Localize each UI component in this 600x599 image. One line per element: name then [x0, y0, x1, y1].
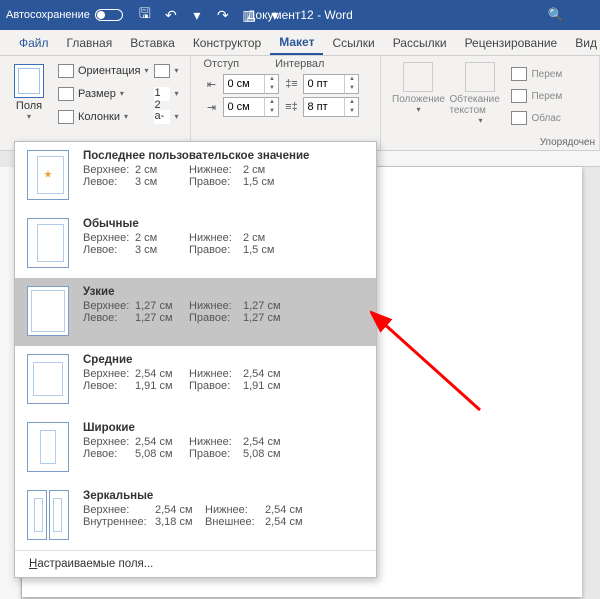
group-page-setup: Поля ▾ Ориентация▾ Размер▾ Колонки▾ ▾ 12… [0, 56, 191, 150]
selection-pane-icon [511, 111, 527, 125]
toggle-switch-icon[interactable] [95, 9, 123, 21]
spacing-before-spinner[interactable]: ▲▼ [303, 74, 359, 94]
spacing-header: Интервал [275, 58, 324, 70]
margins-label: Поля [16, 100, 42, 112]
margins-preset-title: Узкие [83, 286, 366, 298]
tab-mailings[interactable]: Рассылки [384, 30, 456, 55]
margins-icon [14, 64, 44, 98]
margins-preset-item[interactable]: СредниеВерхнее:2,54 смНижнее:2,54 смЛево… [15, 346, 376, 414]
margins-preset-title: Средние [83, 354, 366, 366]
chevron-down-icon: ▾ [120, 89, 124, 98]
ribbon: Поля ▾ Ориентация▾ Размер▾ Колонки▾ ▾ 12… [0, 56, 600, 151]
columns-icon [58, 110, 74, 124]
send-backward-button[interactable]: Перем [511, 86, 562, 106]
title-bar: Автосохранение 🖫 ↶ ▾ ↷ ▥ ▾ Документ12 - … [0, 0, 600, 30]
indent-right-icon: ⇥ [203, 100, 219, 114]
redo-icon[interactable]: ↷ [215, 7, 231, 23]
margins-button[interactable]: Поля ▾ [6, 60, 52, 134]
margins-preset-title: Зеркальные [83, 490, 366, 502]
send-backward-icon [511, 89, 527, 103]
hyphenation-button[interactable]: a-▾ [154, 106, 184, 127]
undo-dropdown-icon[interactable]: ▾ [189, 7, 205, 23]
tab-file[interactable]: Файл [10, 30, 58, 55]
orientation-button[interactable]: Ориентация▾ [58, 60, 148, 81]
tab-view[interactable]: Вид [566, 30, 600, 55]
size-icon [58, 87, 74, 101]
margins-preset-icon [27, 422, 69, 472]
tab-layout[interactable]: Макет [270, 30, 323, 55]
spacing-after-icon: ≡‡ [283, 100, 299, 114]
position-icon [403, 62, 433, 92]
margins-preset-item[interactable]: ЗеркальныеВерхнее:2,54 смНижнее:2,54 смВ… [15, 482, 376, 550]
spacing-after-spinner[interactable]: ▲▼ [303, 97, 359, 117]
bring-forward-button[interactable]: Перем [511, 64, 562, 84]
chevron-down-icon: ▾ [124, 112, 128, 121]
margins-preset-icon [27, 490, 69, 540]
columns-button[interactable]: Колонки▾ [58, 106, 148, 127]
chevron-down-icon: ▾ [144, 66, 148, 75]
tab-design[interactable]: Конструктор [184, 30, 270, 55]
wrap-icon [465, 62, 495, 92]
margins-preset-icon [27, 286, 69, 336]
search-icon[interactable]: 🔍 [548, 7, 564, 23]
indent-left-spinner[interactable]: ▲▼ [223, 74, 279, 94]
margins-preset-item[interactable]: ОбычныеВерхнее:2 смНижнее:2 смЛевое:3 см… [15, 210, 376, 278]
ribbon-tabs: Файл Главная Вставка Конструктор Макет С… [0, 30, 600, 56]
indent-left-icon: ⇤ [203, 77, 219, 91]
margins-dropdown-menu: Последнее пользовательское значениеВерхн… [14, 141, 377, 578]
margins-preset-icon [27, 218, 69, 268]
undo-icon[interactable]: ↶ [163, 7, 179, 23]
indent-header: Отступ [203, 58, 239, 70]
breaks-icon [154, 64, 170, 78]
tab-home[interactable]: Главная [58, 30, 122, 55]
hyphenation-icon: a- [154, 110, 170, 124]
tab-references[interactable]: Ссылки [323, 30, 383, 55]
autosave-label: Автосохранение [6, 9, 90, 21]
margins-preset-title: Широкие [83, 422, 366, 434]
custom-margins-item[interactable]: Настраиваемые поля... [15, 550, 376, 577]
group-paragraph: Отступ Интервал ⇤ ▲▼ ‡≡ ▲▼ ⇥ ▲▼ ≡‡ ▲▼ [191, 56, 381, 150]
margins-preset-title: Последнее пользовательское значение [83, 150, 366, 162]
autosave-toggle[interactable]: Автосохранение [6, 9, 123, 21]
size-button[interactable]: Размер▾ [58, 83, 148, 104]
line-numbers-button[interactable]: 12▾ [154, 83, 184, 104]
save-icon[interactable]: 🖫 [137, 7, 153, 23]
indent-right-spinner[interactable]: ▲▼ [223, 97, 279, 117]
margins-preset-item[interactable]: УзкиеВерхнее:1,27 смНижнее:1,27 смЛевое:… [15, 278, 376, 346]
selection-pane-button[interactable]: Облас [511, 108, 562, 128]
chevron-down-icon: ▾ [27, 112, 31, 121]
margins-preset-icon [27, 150, 69, 200]
bring-forward-icon [511, 67, 527, 81]
document-title: Документ12 - Word [247, 8, 353, 22]
arrange-group-label: Упорядочен [540, 137, 595, 148]
breaks-button[interactable]: ▾ [154, 60, 184, 81]
spacing-before-icon: ‡≡ [283, 77, 299, 91]
orientation-icon [58, 64, 74, 78]
group-arrange: Положение▾ Обтекание текстом▾ Перем Пере… [381, 56, 600, 150]
position-button[interactable]: Положение▾ [387, 62, 449, 128]
margins-preset-item[interactable]: ШирокиеВерхнее:2,54 смНижнее:2,54 смЛево… [15, 414, 376, 482]
tab-insert[interactable]: Вставка [121, 30, 184, 55]
wrap-text-button[interactable]: Обтекание текстом▾ [449, 62, 511, 128]
margins-preset-item[interactable]: Последнее пользовательское значениеВерхн… [15, 142, 376, 210]
margins-preset-icon [27, 354, 69, 404]
margins-preset-title: Обычные [83, 218, 366, 230]
tab-review[interactable]: Рецензирование [456, 30, 567, 55]
line-numbers-icon: 12 [154, 87, 170, 101]
